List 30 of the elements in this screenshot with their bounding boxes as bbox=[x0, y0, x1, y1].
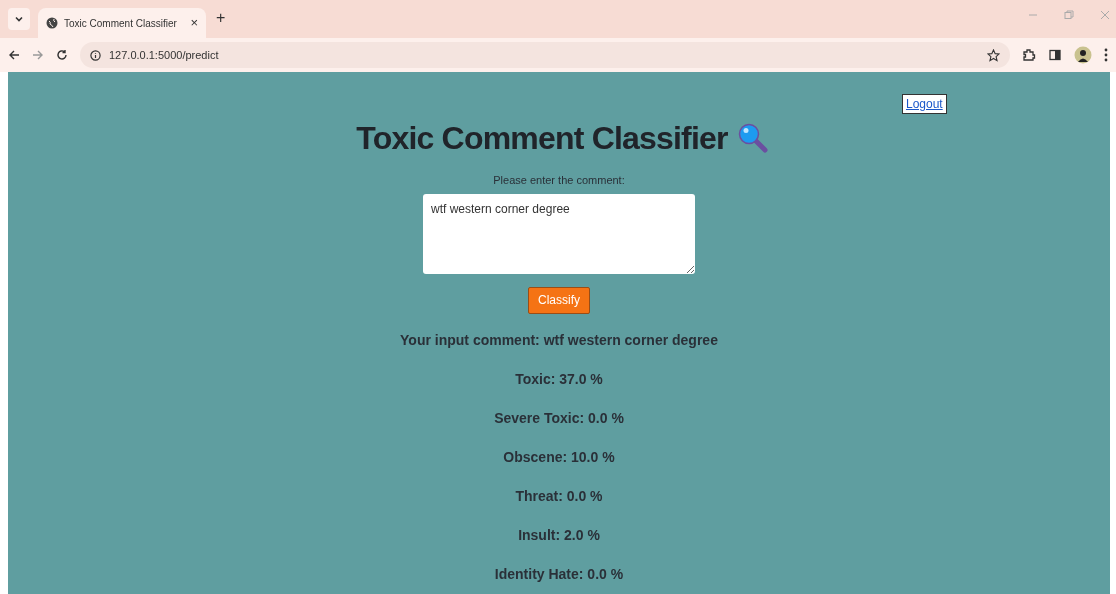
score-text: Threat: 0.0 % bbox=[515, 486, 603, 506]
puzzle-icon[interactable] bbox=[1022, 48, 1036, 62]
back-icon[interactable] bbox=[8, 49, 20, 61]
logout-link[interactable]: Logout bbox=[902, 94, 947, 114]
side-panel-icon[interactable] bbox=[1048, 48, 1062, 62]
page-heading: Toxic Comment Classifier bbox=[356, 119, 728, 158]
url-text: 127.0.0.1:5000/predict bbox=[109, 47, 220, 63]
new-tab-button[interactable]: + bbox=[216, 6, 226, 30]
star-icon[interactable] bbox=[987, 48, 1000, 62]
score-text: Obscene: 10.0 % bbox=[503, 447, 615, 467]
input-comment-text: Your input comment: wtf western corner degree bbox=[400, 330, 718, 350]
address-bar[interactable]: 127.0.0.1:5000/predict bbox=[80, 42, 1010, 68]
score-text: Insult: 2.0 % bbox=[518, 525, 600, 545]
reload-icon[interactable] bbox=[56, 49, 68, 61]
tab-close-button[interactable]: × bbox=[190, 13, 198, 33]
comment-field[interactable]: wtf western corner degree bbox=[423, 193, 695, 274]
comment-prompt: Please enter the comment: bbox=[493, 173, 625, 188]
chevron-down-icon bbox=[14, 14, 24, 24]
score-text: Toxic: 37.0 % bbox=[515, 369, 603, 389]
menu-icon[interactable] bbox=[1104, 48, 1108, 62]
tab-title: Toxic Comment Classifier bbox=[64, 16, 178, 31]
info-icon bbox=[90, 49, 101, 61]
browser-tab[interactable]: Toxic Comment Classifier × bbox=[38, 8, 206, 38]
tab-search-button[interactable] bbox=[8, 8, 30, 30]
score-text: Identity Hate: 0.0 % bbox=[494, 564, 624, 584]
magnifier-icon bbox=[737, 123, 768, 153]
avatar-icon[interactable] bbox=[1074, 46, 1092, 64]
score-text: Severe Toxic: 0.0 % bbox=[494, 408, 624, 428]
forward-icon[interactable] bbox=[32, 49, 44, 61]
globe-icon bbox=[46, 17, 58, 29]
